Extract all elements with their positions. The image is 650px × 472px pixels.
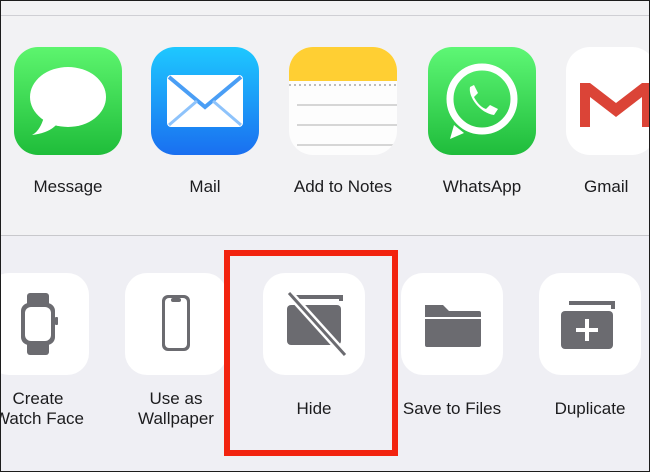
mail-icon[interactable] (151, 47, 259, 155)
app-label-message[interactable]: Message (14, 177, 122, 197)
use-as-wallpaper-button[interactable] (125, 273, 227, 375)
top-divider (1, 15, 649, 16)
action-label-use-as: Use as (149, 389, 203, 408)
action-label-save-to-files: Save to Files (402, 399, 502, 418)
duplicate-button[interactable] (539, 273, 641, 375)
phone-icon (162, 295, 190, 351)
notes-icon[interactable] (289, 47, 397, 155)
gmail-icon[interactable] (566, 47, 649, 155)
action-label-duplicate: Duplicate (554, 399, 626, 418)
highlight-box (224, 250, 398, 456)
app-label-add-to-notes[interactable]: Add to Notes (283, 177, 403, 197)
action-label-wallpaper: Wallpaper (138, 409, 214, 428)
whatsapp-icon[interactable] (428, 47, 536, 155)
save-to-files-button[interactable] (401, 273, 503, 375)
action-label-watch-face: Watch Face (0, 409, 85, 428)
action-label-create: Create (12, 389, 64, 408)
duplicate-icon (561, 301, 615, 349)
messages-icon[interactable] (14, 47, 122, 155)
create-watch-face-button[interactable] (1, 273, 89, 375)
app-label-gmail[interactable]: Gmail (584, 177, 649, 197)
folder-icon (425, 305, 481, 347)
app-label-whatsapp[interactable]: WhatsApp (422, 177, 542, 197)
watch-icon (21, 293, 58, 355)
app-label-mail[interactable]: Mail (151, 177, 259, 197)
share-sheet: Message Mail Add to Notes WhatsApp Gmail (0, 0, 650, 472)
